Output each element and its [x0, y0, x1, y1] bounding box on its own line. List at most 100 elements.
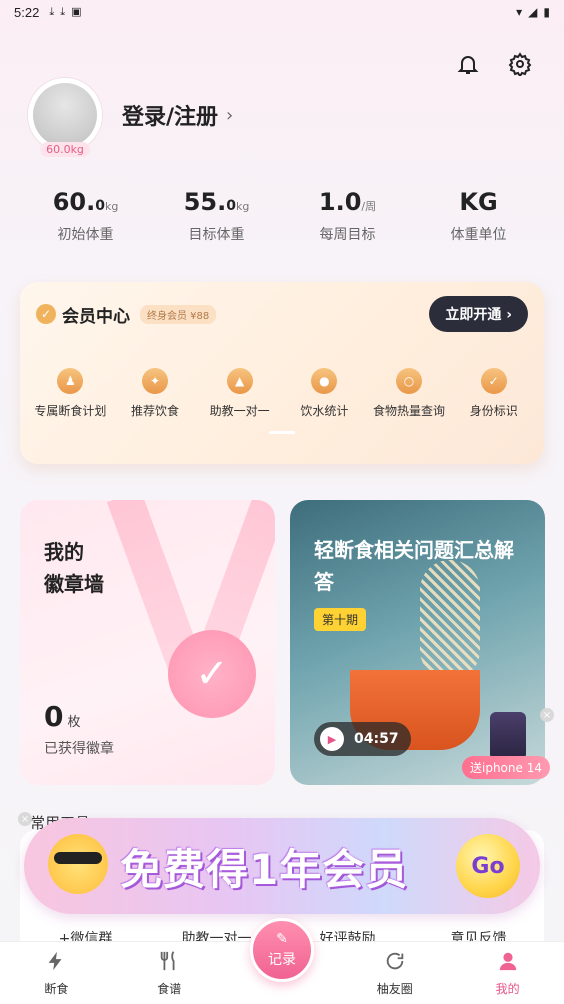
badge-count-value: 0: [44, 700, 64, 733]
vip-badge-icon: ✓: [36, 304, 56, 324]
water-drop-icon: ●: [311, 368, 338, 394]
stat-unit: /周: [361, 200, 377, 213]
feature-label: 助教一对一: [209, 404, 270, 418]
stat-unit: kg: [104, 200, 119, 213]
top-actions: [454, 50, 534, 78]
video-title: 轻断食相关问题汇总解答: [314, 538, 514, 594]
signal-icon: ◢: [528, 5, 538, 19]
stat-value: 1.0: [318, 188, 362, 216]
weight-chip: 60.0kg: [40, 142, 90, 157]
feature-tutor[interactable]: ▲ 助教一对一: [197, 368, 282, 419]
stat-decimal: 0: [226, 198, 236, 214]
vip-check-icon: ✓: [480, 368, 507, 394]
tab-community[interactable]: 柚友圈: [338, 942, 451, 1004]
stat-unit: kg: [235, 200, 250, 213]
tab-label: 我的: [495, 982, 520, 996]
badge-wall-title: 我的 徽章墙: [44, 536, 104, 600]
refresh-circle-icon: [386, 952, 404, 970]
login-label: 登录/注册: [122, 105, 219, 130]
member-title: 会员中心: [62, 306, 130, 327]
badge-title-line1: 我的: [44, 540, 84, 564]
fork-knife-icon: [160, 951, 175, 971]
open-membership-button[interactable]: 立即开通 ›: [429, 296, 528, 332]
feature-label: 专属断食计划: [34, 404, 107, 418]
feature-calorie-lookup[interactable]: ○ 食物热量查询: [367, 368, 452, 419]
download-icon: ⤓: [49, 5, 55, 18]
weight-stats: 60.0kg 初始体重 55.0kg 目标体重 1.0/周 每周目标 KG 体重…: [20, 188, 544, 244]
stat-label: 初始体重: [57, 227, 114, 243]
status-system-icons: ▾ ◢ ▮: [516, 5, 550, 19]
tab-recipes[interactable]: 食谱: [113, 942, 226, 1004]
avatar-image: [33, 83, 97, 147]
tab-label: 记录: [267, 952, 296, 968]
app-icon: ▣: [71, 5, 82, 18]
download-icon: ⤓: [60, 5, 66, 18]
status-bar: 5:22 ⤓ ⤓ ▣ ▾ ◢ ▮: [0, 0, 564, 24]
feature-label: 身份标识: [469, 404, 518, 418]
stat-decimal: 0: [95, 198, 105, 214]
feature-identity-badge[interactable]: ✓ 身份标识: [451, 368, 536, 419]
tab-label: 断食: [44, 982, 69, 996]
chevron-right-icon: ›: [226, 104, 234, 126]
record-button[interactable]: ✎ 记录: [249, 918, 314, 982]
gear-icon[interactable]: [506, 50, 534, 78]
play-icon: ▶: [320, 727, 344, 751]
stat-weight-unit[interactable]: KG 体重单位: [413, 188, 544, 244]
pencil-icon: ✎: [276, 931, 288, 947]
tab-fasting[interactable]: 断食: [0, 942, 113, 1004]
feature-fasting-plan[interactable]: ♟ 专属断食计划: [28, 368, 113, 419]
video-duration: 04:57: [354, 731, 399, 747]
stat-target-weight[interactable]: 55.0kg 目标体重: [151, 188, 282, 244]
feature-label: 食物热量查询: [373, 404, 446, 418]
sunglasses-emoji-icon: [48, 834, 108, 894]
member-center-card[interactable]: ✓ 会员中心 终身会员 ¥88 立即开通 › ♟ 专属断食计划 ✦ 推荐饮食 ▲ 助教…: [20, 282, 544, 464]
avatar[interactable]: 60.0kg: [28, 78, 102, 157]
open-membership-label: 立即开通: [445, 307, 502, 323]
stat-value: 60.: [52, 188, 96, 216]
feature-label: 饮水统计: [300, 404, 349, 418]
status-time: 5:22: [14, 4, 40, 20]
award-icon: ✦: [142, 368, 168, 394]
tab-bar: 断食 食谱 ✎ 记录 柚友圈 我的: [0, 918, 564, 1004]
tab-label: 食谱: [157, 982, 182, 996]
stat-label: 目标体重: [188, 227, 245, 243]
stat-value: 55.: [183, 188, 227, 216]
profile-section: 60.0kg 登录/注册 ›: [28, 78, 233, 157]
lightning-icon: [49, 951, 62, 971]
graduation-cap-icon: ▲: [226, 368, 253, 394]
play-button[interactable]: ▶ 04:57: [314, 722, 411, 756]
sunglasses-icon: [54, 852, 102, 864]
feature-label: 推荐饮食: [131, 404, 180, 418]
stat-weekly-goal[interactable]: 1.0/周 每周目标: [282, 188, 413, 244]
badge-title-line2: 徽章墙: [44, 572, 104, 596]
status-notification-icons: ⤓ ⤓ ▣: [49, 5, 81, 19]
tab-record[interactable]: ✎ 记录: [226, 918, 339, 1004]
badge-count: 0枚: [44, 700, 81, 733]
tab-mine[interactable]: 我的: [451, 942, 564, 1004]
carousel-indicator: [269, 431, 295, 434]
free-membership-banner[interactable]: 免费得1年会员 Go: [24, 818, 540, 914]
wifi-icon: ▾: [516, 5, 523, 19]
feature-water-stats[interactable]: ● 饮水统计: [282, 368, 367, 419]
feature-recommended-diet[interactable]: ✦ 推荐饮食: [113, 368, 198, 419]
close-icon[interactable]: ×: [540, 708, 554, 722]
episode-badge: 第十期: [314, 608, 367, 631]
phone-image: [490, 712, 526, 760]
battery-icon: ▮: [543, 5, 550, 19]
member-header: ✓ 会员中心 终身会员 ¥88 立即开通 ›: [20, 282, 544, 332]
stat-label: 体重单位: [450, 227, 507, 243]
search-food-icon: ○: [396, 368, 423, 394]
badge-wall-card[interactable]: ✓ 我的 徽章墙 0枚 已获得徽章: [20, 500, 275, 785]
banner-text: 免费得1年会员: [120, 845, 409, 894]
login-register-link[interactable]: 登录/注册 ›: [122, 99, 233, 131]
person-icon: ♟: [57, 368, 84, 394]
member-price-tag: 终身会员 ¥88: [140, 304, 217, 324]
stat-initial-weight[interactable]: 60.0kg 初始体重: [20, 188, 151, 244]
stat-label: 每周目标: [319, 227, 376, 243]
member-features: ♟ 专属断食计划 ✦ 推荐饮食 ▲ 助教一对一 ● 饮水统计 ○ 食物热量查询 ✓ 身份标识: [20, 332, 544, 419]
close-icon[interactable]: ×: [18, 812, 32, 826]
iphone-promo-label: 送iphone 14: [462, 756, 550, 779]
bell-icon[interactable]: [454, 50, 482, 78]
badge-count-unit: 枚: [67, 715, 81, 730]
go-button[interactable]: Go: [456, 834, 520, 898]
